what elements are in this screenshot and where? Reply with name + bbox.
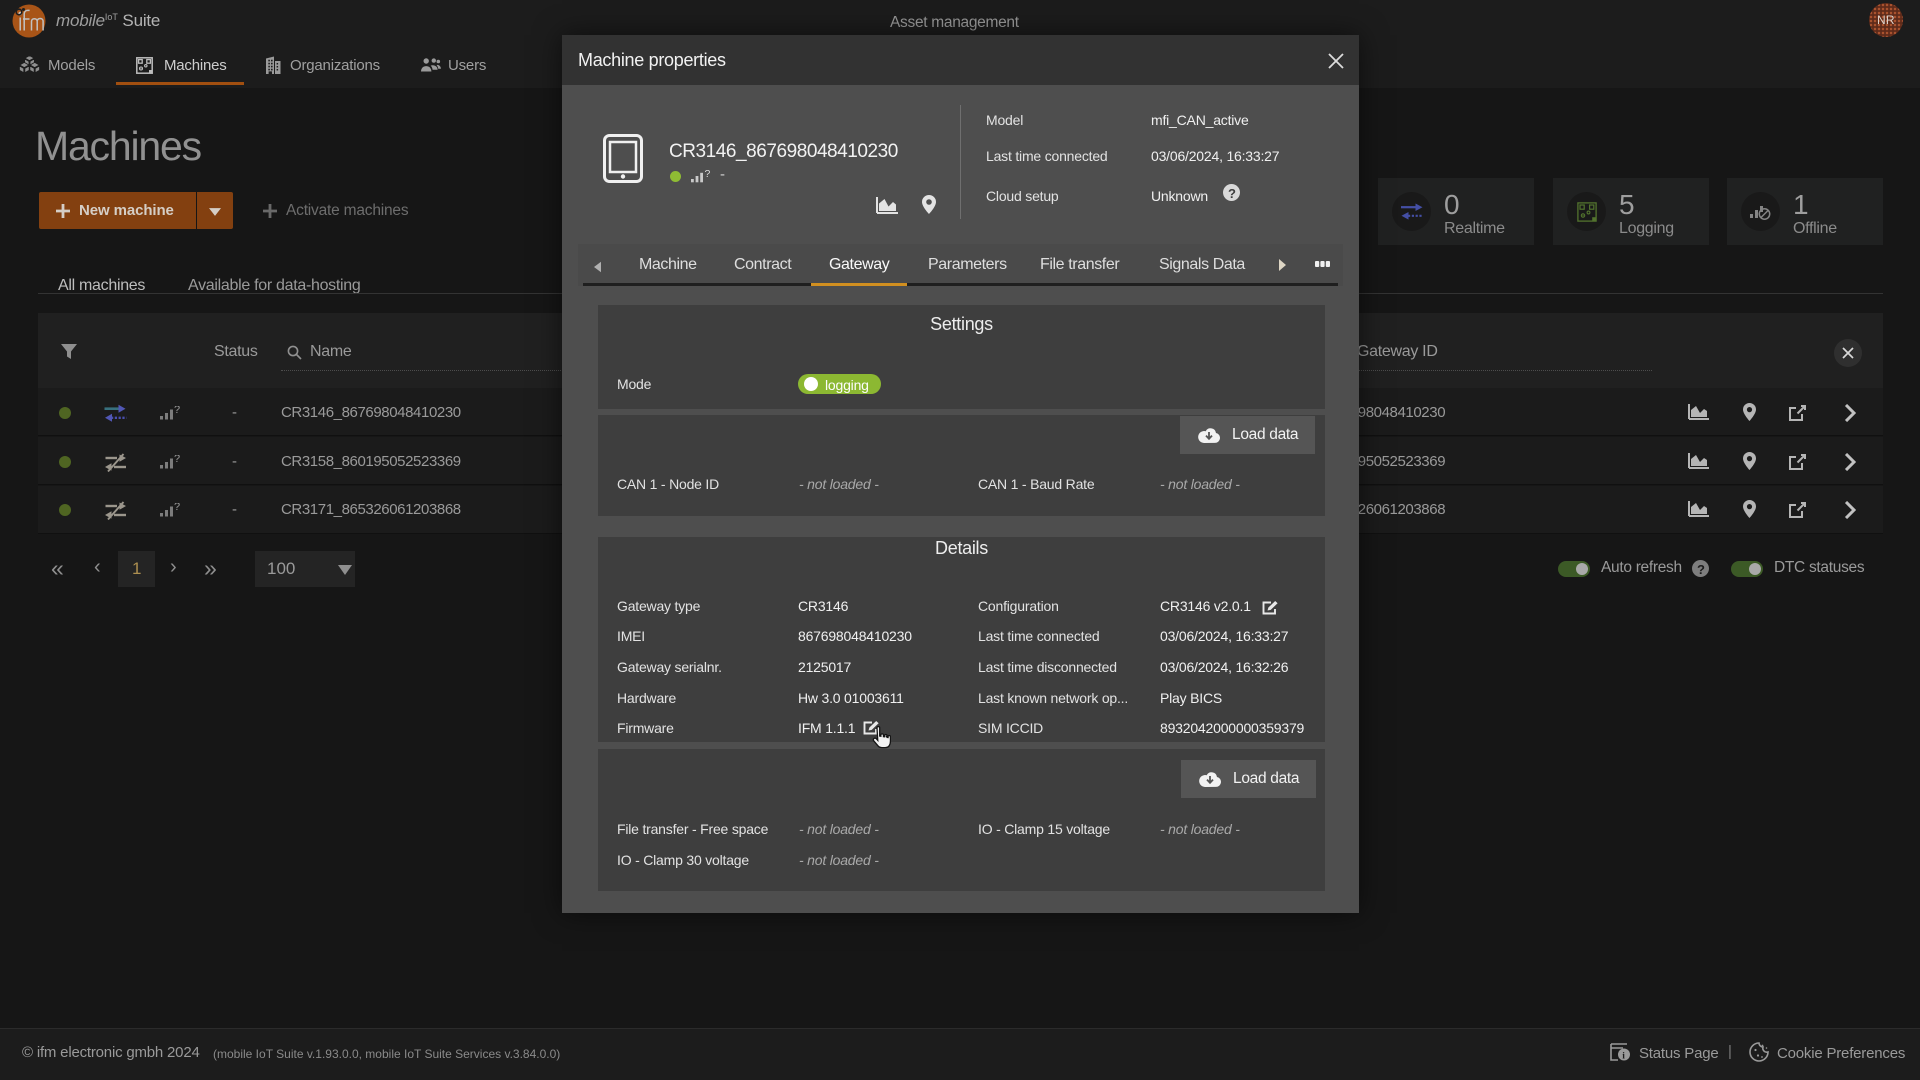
svg-text:?: ? [174, 406, 180, 416]
svg-text:?: ? [174, 503, 180, 513]
svg-text:?: ? [705, 170, 711, 180]
svg-text:i: i [1622, 1052, 1625, 1062]
svg-text:?: ? [174, 455, 180, 465]
